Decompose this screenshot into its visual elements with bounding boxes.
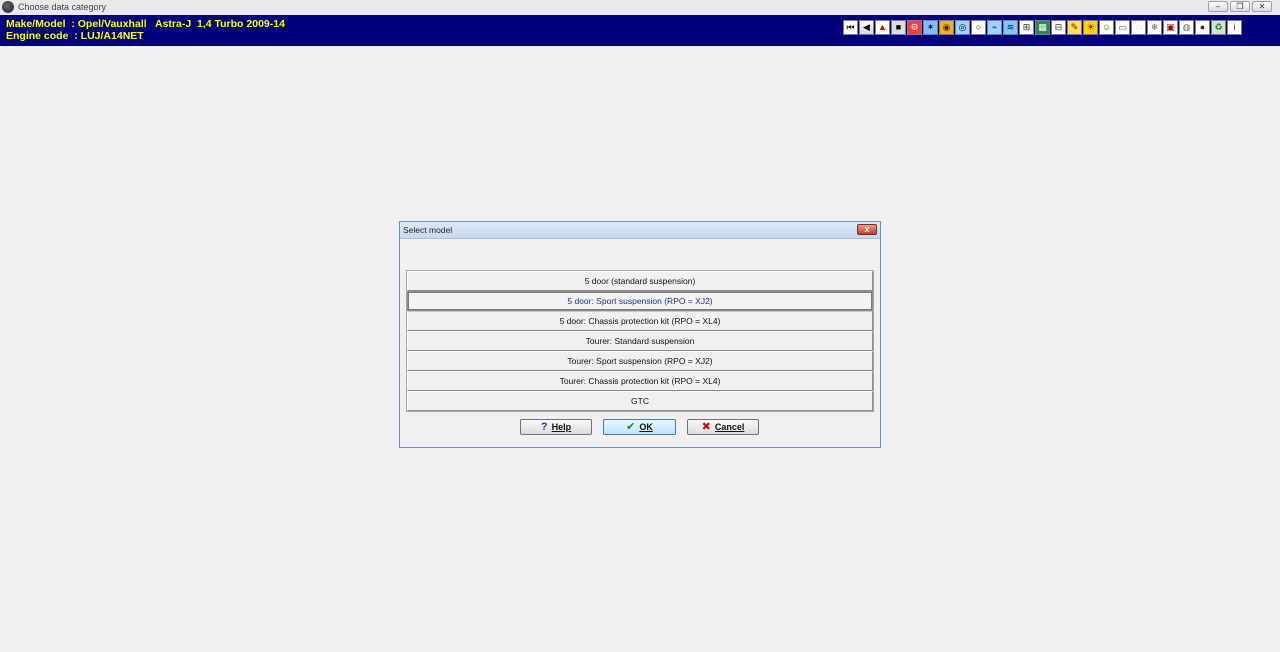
cross-icon: ✖ bbox=[701, 420, 711, 433]
tyre-icon[interactable]: ☺ bbox=[1099, 20, 1114, 35]
oil-icon[interactable]: ≋ bbox=[1003, 20, 1018, 35]
lights-icon[interactable]: ☀ bbox=[1083, 20, 1098, 35]
model-item[interactable]: Tourer: Chassis protection kit (RPO = XL… bbox=[407, 371, 873, 391]
battery-icon[interactable]: ▣ bbox=[1163, 20, 1178, 35]
checkmark-icon: ✔ bbox=[626, 420, 636, 433]
aircon-icon[interactable]: ❄ bbox=[1147, 20, 1162, 35]
brakes-icon[interactable]: ■ bbox=[891, 20, 906, 35]
model-item[interactable]: GTC bbox=[407, 391, 873, 411]
exhaust-icon[interactable]: ● bbox=[1195, 20, 1210, 35]
first-page-icon[interactable]: ⏮ bbox=[843, 20, 858, 35]
suspension-icon[interactable]: ▭ bbox=[1115, 20, 1130, 35]
steering-icon[interactable]: ◌ bbox=[1131, 20, 1146, 35]
clutch-icon[interactable]: ◍ bbox=[1179, 20, 1194, 35]
service-icon[interactable]: ⊞ bbox=[1019, 20, 1034, 35]
emissions-icon[interactable]: ♻ bbox=[1211, 20, 1226, 35]
dialog-title: Select model bbox=[403, 225, 453, 235]
timing-belt-icon[interactable]: ⊟ bbox=[1051, 20, 1066, 35]
gearbox-icon[interactable]: ▦ bbox=[1035, 20, 1050, 35]
warning-icon[interactable]: ▲ bbox=[875, 20, 890, 35]
ok-button-label: OK bbox=[639, 422, 653, 432]
vehicle-header: Make/Model : Opel/Vauxhall Astra-J 1,4 T… bbox=[0, 15, 1280, 46]
restore-button[interactable]: ❐ bbox=[1230, 1, 1250, 12]
cooling-icon[interactable]: ○ bbox=[971, 20, 986, 35]
engine-code-label: Engine code : LUJ/A14NET bbox=[6, 30, 144, 42]
help-button-label: Help bbox=[551, 422, 572, 432]
model-list: 5 door (standard suspension) 5 door: Spo… bbox=[406, 270, 874, 412]
ok-button[interactable]: ✔ OK bbox=[603, 419, 676, 435]
previous-icon[interactable]: ◀ bbox=[859, 20, 874, 35]
cancel-button[interactable]: ✖ Cancel bbox=[687, 419, 759, 435]
close-window-button[interactable]: ✕ bbox=[1252, 1, 1272, 12]
dialog-close-button[interactable]: x bbox=[857, 224, 877, 235]
model-item[interactable]: 5 door (standard suspension) bbox=[407, 271, 873, 291]
diagnostics-icon[interactable]: ✎ bbox=[1067, 20, 1082, 35]
fuel-icon[interactable]: ◉ bbox=[939, 20, 954, 35]
title-bar: Choose data category – ❐ ✕ bbox=[0, 0, 1280, 16]
window-controls: – ❐ ✕ bbox=[1208, 1, 1272, 12]
cancel-button-label: Cancel bbox=[714, 422, 745, 432]
wheel-icon[interactable]: ◎ bbox=[955, 20, 970, 35]
app-icon bbox=[2, 1, 14, 13]
minimize-button[interactable]: – bbox=[1208, 1, 1228, 12]
info-icon[interactable]: i bbox=[1227, 20, 1242, 35]
model-item[interactable]: Tourer: Sport suspension (RPO = XJ2) bbox=[407, 351, 873, 371]
ignition-icon[interactable]: ✶ bbox=[923, 20, 938, 35]
make-model-label: Make/Model : Opel/Vauxhall Astra-J 1,4 T… bbox=[6, 18, 285, 30]
select-model-dialog: Select model x 5 door (standard suspensi… bbox=[399, 221, 881, 448]
toolbar: ⏮ ◀ ▲ ■ ⚙ ✶ ◉ ◎ ○ ⌁ ≋ ⊞ ▦ ⊟ ✎ ☀ ☺ ▭ ◌ ❄ … bbox=[843, 20, 1242, 35]
model-item[interactable]: 5 door: Chassis protection kit (RPO = XL… bbox=[407, 311, 873, 331]
electrical-icon[interactable]: ⌁ bbox=[987, 20, 1002, 35]
window-title: Choose data category bbox=[18, 2, 107, 12]
dialog-title-bar: Select model x bbox=[400, 222, 880, 239]
model-item[interactable]: Tourer: Standard suspension bbox=[407, 331, 873, 351]
model-item-selected[interactable]: 5 door: Sport suspension (RPO = XJ2) bbox=[407, 291, 873, 311]
help-icon: ? bbox=[540, 420, 548, 433]
engine-icon[interactable]: ⚙ bbox=[907, 20, 922, 35]
help-button[interactable]: ? Help bbox=[520, 419, 592, 435]
